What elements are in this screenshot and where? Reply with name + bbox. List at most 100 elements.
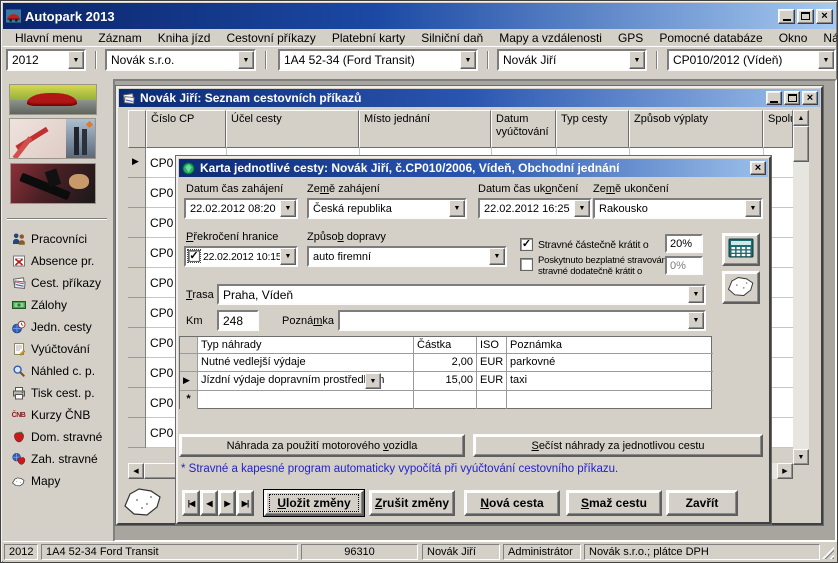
sidebar-item-pracovnici[interactable]: Pracovníci — [11, 231, 87, 247]
new-trip-button[interactable]: Nová cesta — [464, 490, 560, 516]
list-row-cp[interactable]: CP0 — [150, 336, 173, 350]
dropdown-icon[interactable]: ▼ — [629, 51, 645, 69]
calculator-button[interactable] — [722, 233, 760, 266]
menu-mapy-a-vzdalenosti[interactable]: Mapy a vzdálenosti — [491, 29, 610, 47]
menu-silnicni-dan[interactable]: Silniční daň — [413, 29, 491, 47]
sum-compensations-button[interactable]: Sečíst náhrady za jednotlivou cestu — [473, 434, 763, 457]
dropdown-icon[interactable]: ▼ — [280, 200, 296, 217]
km-input[interactable]: 248 — [217, 310, 259, 331]
column-header-typ-cesty[interactable]: Typ cesty — [556, 110, 629, 148]
sidebar-item-nahled[interactable]: Náhled c. p. — [11, 363, 95, 379]
menu-napoveda[interactable]: Nápověda — [815, 29, 838, 47]
close-button[interactable]: × — [816, 9, 833, 24]
list-row-cp[interactable]: CP0 — [150, 366, 173, 380]
nav-last-button[interactable]: ▶| — [236, 490, 254, 516]
sidebar-item-kurzy-cnb[interactable]: ČNB Kurzy ČNB — [11, 407, 90, 423]
menu-gps[interactable]: GPS — [610, 29, 651, 47]
dialog-titlebar[interactable]: Karta jednotlivé cesty: Novák Jiří, č.CP… — [179, 159, 768, 177]
dropdown-icon[interactable]: ▼ — [818, 51, 834, 69]
sidebar-item-zah-stravne[interactable]: Zah. stravné — [11, 451, 98, 467]
close-trip-button[interactable]: Zavřít — [666, 490, 738, 516]
expense-amount-cell[interactable]: 15,00 — [414, 372, 477, 391]
delete-trip-button[interactable]: Smaž cestu — [566, 490, 662, 516]
expense-row-selector[interactable] — [180, 354, 198, 372]
start-datetime-combo[interactable]: 22.02.2012 08:20 ▼ — [184, 198, 298, 219]
column-header-datum-vyuctovani[interactable]: Datum vyúčtování — [491, 110, 556, 148]
sidebar-item-cest-prikazy[interactable]: Cest. příkazy — [11, 275, 101, 291]
expense-note-cell[interactable]: parkovné — [507, 354, 713, 372]
person-combo[interactable]: Novák Jiří ▼ — [497, 49, 647, 71]
list-row-cp[interactable]: CP0 — [150, 216, 173, 230]
window-titlebar[interactable]: Autopark 2013 × — [3, 3, 836, 29]
dropdown-icon[interactable]: ▼ — [449, 200, 465, 217]
dropdown-icon[interactable]: ▼ — [688, 312, 704, 329]
expense-iso-cell[interactable] — [477, 391, 507, 409]
list-row-cp[interactable]: CP0 — [150, 396, 173, 410]
meal-cut-input[interactable]: 20% — [665, 234, 703, 253]
sidebar-item-jedn-cesty[interactable]: Jedn. cesty — [11, 319, 92, 335]
menu-kniha-jizd[interactable]: Kniha jízd — [150, 29, 219, 47]
scroll-right-button[interactable]: ▶ — [777, 463, 793, 479]
nav-first-button[interactable]: |◀ — [182, 490, 200, 516]
list-row-cp[interactable]: CP0 — [150, 156, 173, 170]
list-row-cp[interactable]: CP0 — [150, 426, 173, 440]
list-row-cp[interactable]: CP0 — [150, 186, 173, 200]
expense-amount-cell[interactable]: 2,00 — [414, 354, 477, 372]
border-cross-checkbox[interactable]: ✓ — [188, 250, 200, 262]
dropdown-icon[interactable]: ▼ — [280, 248, 296, 265]
dropdown-icon[interactable]: ▼ — [745, 200, 761, 217]
dropdown-icon[interactable]: ▼ — [238, 51, 254, 69]
menu-cestovni-prikazy[interactable]: Cestovní příkazy — [218, 29, 323, 47]
menu-pomocne-databaze[interactable]: Pomocné databáze — [651, 29, 770, 47]
sidebar-item-dom-stravne[interactable]: Dom. stravné — [11, 429, 102, 445]
expense-note-cell[interactable]: taxi — [507, 372, 713, 391]
column-header-spolucestujici[interactable]: Spoluc — [763, 110, 793, 148]
expense-iso-cell[interactable]: EUR — [477, 372, 507, 391]
discard-button[interactable]: Zrušit změny — [369, 490, 455, 516]
sidebar-item-tisk[interactable]: Tisk cest. p. — [11, 385, 95, 401]
sidebar-item-zalohy[interactable]: Zálohy — [11, 297, 67, 313]
dialog-close-button[interactable]: × — [750, 161, 766, 175]
v-scrollbar[interactable]: ▲ ▼ — [793, 110, 809, 465]
list-maximize-button[interactable] — [784, 91, 800, 105]
dropdown-icon[interactable]: ▼ — [688, 286, 704, 303]
expense-row-selector[interactable]: ▶ — [180, 372, 198, 391]
v-scroll-thumb[interactable] — [793, 126, 809, 162]
dropdown-icon[interactable]: ▼ — [68, 51, 84, 69]
resize-grip[interactable] — [821, 546, 834, 559]
note-combo[interactable]: ▼ — [338, 310, 706, 331]
border-cross-datetime-combo[interactable]: ✓ 22.02.2012 10:15 ▼ — [184, 246, 298, 267]
expense-header-amount[interactable]: Částka — [414, 337, 477, 354]
expense-amount-cell[interactable] — [414, 391, 477, 409]
dropdown-icon[interactable]: ▼ — [489, 248, 505, 265]
dropdown-icon[interactable]: ▼ — [460, 51, 476, 69]
vehicle-compensation-button[interactable]: Náhrada za použití motorového vozidla — [179, 434, 465, 457]
menu-hlavni-menu[interactable]: Hlavní menu — [7, 29, 90, 47]
end-datetime-combo[interactable]: 22.02.2012 16:25 ▼ — [478, 198, 592, 219]
meal-cut-checkbox[interactable]: ✓ — [520, 238, 533, 251]
free-meal-checkbox[interactable] — [520, 258, 533, 271]
sidebar-item-mapy[interactable]: Mapy — [11, 473, 60, 489]
list-row-cp[interactable]: CP0 — [150, 276, 173, 290]
expense-iso-cell[interactable]: EUR — [477, 354, 507, 372]
order-combo[interactable]: CP010/2012 (Vídeň) ▼ — [667, 49, 836, 71]
start-country-combo[interactable]: Česká republika ▼ — [307, 198, 467, 219]
sidebar-item-vyuctovani[interactable]: Vyúčtování — [11, 341, 90, 357]
dropdown-icon[interactable]: ▼ — [574, 200, 590, 217]
expense-header-iso[interactable]: ISO — [477, 337, 507, 354]
expense-type-cell[interactable]: Jízdní výdaje dopravním prostředkem ▼ — [198, 372, 414, 391]
save-button[interactable]: Uložit změny — [264, 490, 364, 516]
list-minimize-button[interactable] — [766, 91, 782, 105]
maximize-button[interactable] — [797, 9, 814, 24]
company-combo[interactable]: Novák s.r.o. ▼ — [105, 49, 256, 71]
column-header-zpusob-vyplaty[interactable]: Způsob výplaty — [629, 110, 763, 148]
list-titlebar[interactable]: Novák Jiří: Seznam cestovních příkazů × — [119, 89, 820, 107]
end-country-combo[interactable]: Rakousko ▼ — [593, 198, 763, 219]
scroll-down-button[interactable]: ▼ — [793, 449, 809, 465]
nav-prev-button[interactable]: ◀ — [200, 490, 218, 516]
expense-note-cell[interactable] — [507, 391, 713, 409]
extra-cut-input[interactable]: 0% — [665, 256, 703, 275]
menu-platebni-karty[interactable]: Platební karty — [324, 29, 413, 47]
column-header-misto-jednani[interactable]: Místo jednání — [359, 110, 491, 148]
dropdown-icon[interactable]: ▼ — [365, 373, 381, 389]
